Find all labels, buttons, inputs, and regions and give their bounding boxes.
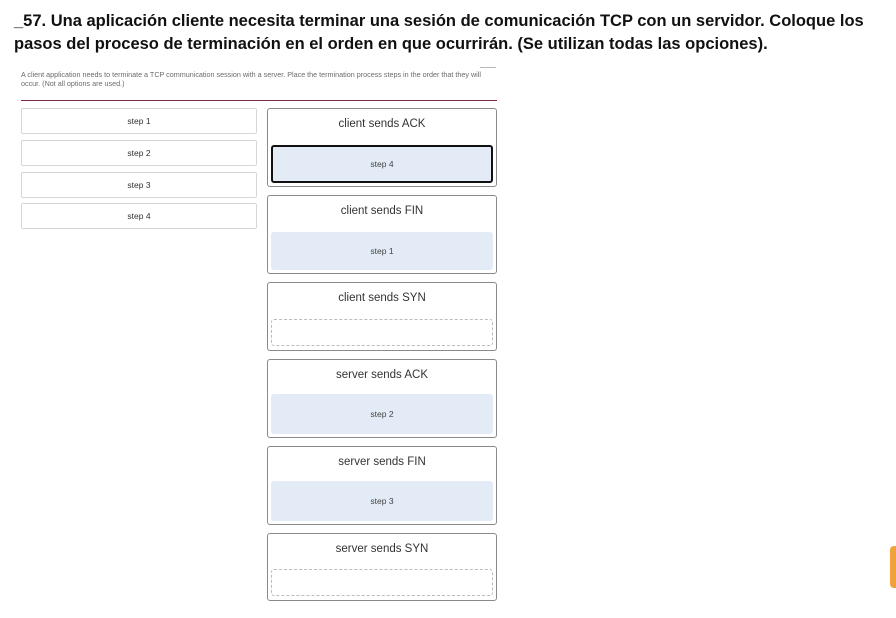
step-option-label: step 2 — [127, 148, 151, 158]
target-label: server sends ACK — [335, 369, 429, 381]
instructions-divider — [21, 100, 497, 101]
drop-slot[interactable]: step 3 — [271, 481, 493, 521]
target-client-sends-syn: client sends SYN — [267, 282, 497, 351]
question-text: _57. Una aplicación cliente necesita ter… — [14, 12, 864, 53]
exam-page: _57. Una aplicación cliente necesita ter… — [0, 0, 896, 618]
drop-slot[interactable] — [271, 569, 493, 596]
target-label: client sends SYN — [338, 292, 426, 304]
target-server-sends-ack: server sends ACK step 2 — [267, 359, 497, 438]
step-option-label: step 1 — [127, 116, 151, 126]
drop-slot[interactable]: step 2 — [271, 394, 493, 434]
step-option-label: step 3 — [127, 180, 151, 190]
drop-slot[interactable] — [271, 319, 493, 346]
slot-value: step 3 — [370, 496, 394, 506]
step-option-4[interactable]: step 4 — [21, 203, 257, 229]
feedback-side-tab[interactable] — [890, 546, 896, 588]
target-server-sends-syn: server sends SYN — [267, 533, 497, 601]
target-label: server sends SYN — [335, 543, 429, 555]
step-option-1[interactable]: step 1 — [21, 108, 257, 134]
step-option-label: step 4 — [127, 211, 151, 221]
target-client-sends-fin: client sends FIN step 1 — [267, 195, 497, 274]
slot-value: step 1 — [370, 246, 394, 256]
drop-slot[interactable]: step 4 — [271, 145, 493, 183]
target-server-sends-fin: server sends FIN step 3 — [267, 446, 497, 525]
target-label: client sends FIN — [340, 205, 424, 217]
target-label: server sends FIN — [338, 456, 426, 468]
target-client-sends-ack: client sends ACK step 4 — [267, 108, 497, 187]
target-label: client sends ACK — [338, 118, 426, 130]
step-option-3[interactable]: step 3 — [21, 172, 257, 198]
instructions-text: A client application needs to terminate … — [21, 70, 481, 88]
slot-value: step 2 — [370, 409, 394, 419]
step-option-2[interactable]: step 2 — [21, 140, 257, 166]
slot-value: step 4 — [370, 159, 394, 169]
divider-tick — [480, 67, 496, 68]
drop-slot[interactable]: step 1 — [271, 232, 493, 270]
